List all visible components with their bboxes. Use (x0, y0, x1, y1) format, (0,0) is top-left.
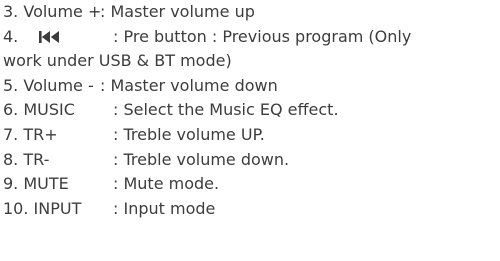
list-item-input: 10. INPUT : Input mode (3, 197, 498, 222)
item-description: : Input mode (113, 198, 216, 218)
item-description: : Select the Music EQ effect. (113, 100, 339, 120)
list-item-previous-continued: work under USB & BT mode) (3, 49, 498, 74)
item-description: : Treble volume UP. (113, 124, 265, 144)
list-item-volume-up: 3. Volume + : Master volume up (3, 0, 498, 25)
item-description: : Master volume down (100, 75, 278, 95)
item-description: : Master volume up (100, 2, 255, 21)
item-description: : Pre button : Previous program (Only (113, 26, 412, 46)
list-item-volume-down: 5. Volume - : Master volume down (3, 74, 498, 99)
list-item-treble-down: 8. TR- : Treble volume down. (3, 148, 498, 173)
item-description: : Mute mode. (113, 174, 220, 194)
list-item-treble-up: 7. TR+ : Treble volume UP. (3, 123, 498, 148)
previous-track-icon (39, 25, 61, 50)
item-label: 3. Volume + (3, 2, 102, 21)
document-body: 3. Volume + : Master volume up 4. : Pre … (3, 0, 498, 221)
item-label: 10. INPUT (3, 198, 82, 218)
list-item-previous: 4. : Pre button : Previous program (Only (3, 25, 498, 50)
item-label: 5. Volume - (3, 75, 94, 95)
item-label: 6. MUSIC (3, 100, 75, 120)
item-label: 7. TR+ (3, 124, 58, 144)
item-description: : Treble volume down. (113, 149, 290, 169)
item-number: 4. (3, 26, 19, 46)
item-label: 8. TR- (3, 149, 50, 169)
item-label: 9. MUTE (3, 174, 69, 194)
list-item-music: 6. MUSIC : Select the Music EQ effect. (3, 98, 498, 123)
list-item-mute: 9. MUTE : Mute mode. (3, 172, 498, 197)
item-description-continued: work under USB & BT mode) (3, 51, 232, 71)
